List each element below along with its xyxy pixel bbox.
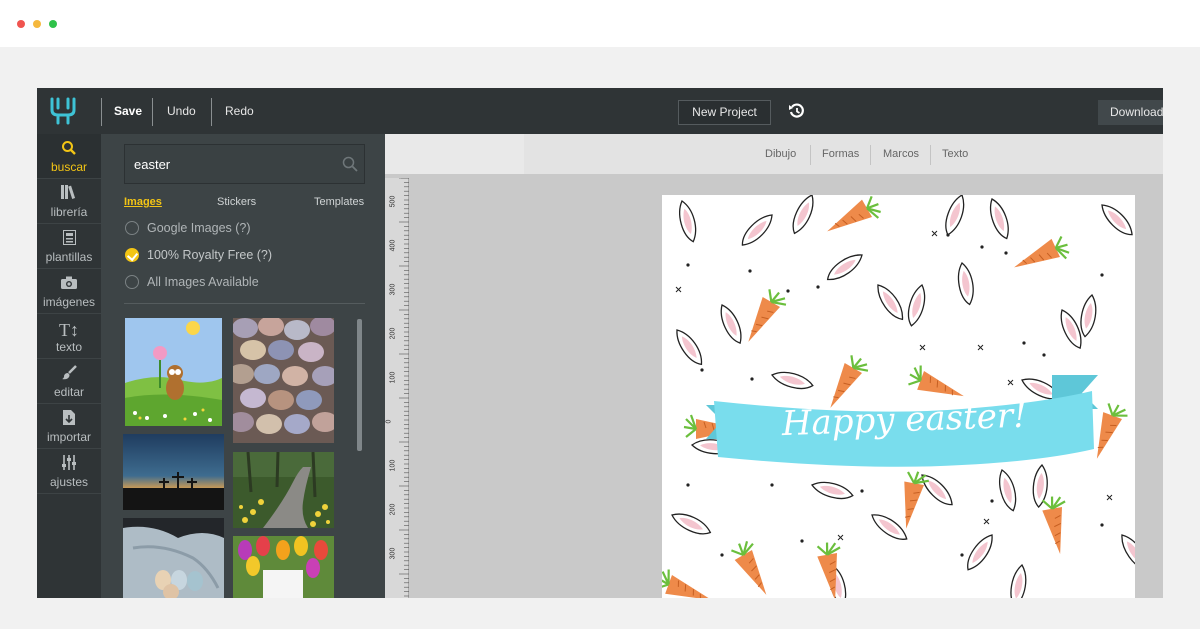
sidebar-item-label: imágenes (42, 295, 96, 309)
radio-button[interactable] (125, 275, 139, 289)
easter-card-artwork (662, 195, 1135, 598)
toolbar-divider (101, 98, 102, 126)
banner-text[interactable]: Happy easter! (781, 396, 1027, 454)
radio-label: All Images Available (147, 275, 259, 289)
tab-images[interactable]: Images (124, 196, 162, 208)
radio-button[interactable] (125, 221, 139, 235)
ruler-ticks (399, 178, 409, 597)
library-icon (37, 185, 101, 205)
search-icon[interactable] (342, 156, 358, 172)
logo-icon (50, 97, 76, 125)
image-thumbnail-tulips[interactable] (233, 536, 334, 598)
camera-icon (37, 275, 101, 295)
tab-stickers[interactable]: Stickers (217, 196, 256, 208)
sidebar-item-label: importar (46, 430, 91, 444)
top-toolbar: Save Undo Redo New Project Download (37, 88, 1163, 134)
radio-button[interactable] (125, 248, 139, 262)
workspace-corner (385, 134, 524, 174)
sidebar-item-label: ajustes (49, 475, 89, 489)
sidebar-item-texto[interactable]: T↕ texto (37, 314, 101, 359)
search-panel: easter Images Stickers Templates Google … (101, 134, 385, 598)
history-icon[interactable] (788, 102, 806, 120)
sidebar-item-libreria[interactable]: librería (37, 179, 101, 224)
image-thumbnail-easter-bunny[interactable] (125, 318, 222, 426)
tab-marcos[interactable]: Marcos (883, 148, 919, 160)
sidebar-item-plantillas[interactable]: plantillas (37, 224, 101, 269)
image-thumbnail-flower-path[interactable] (233, 452, 334, 528)
tab-texto[interactable]: Texto (942, 148, 968, 160)
vertical-ruler: 500 400 300 200 100 0 100 200 300 (385, 178, 409, 598)
radio-label: 100% Royalty Free (?) (147, 248, 273, 262)
save-button[interactable]: Save (114, 104, 142, 118)
new-project-button[interactable]: New Project (678, 100, 771, 125)
search-input[interactable]: easter (134, 157, 170, 172)
sidebar-item-ajustes[interactable]: ajustes (37, 449, 101, 494)
tool-tab-divider (870, 145, 871, 165)
tool-tab-divider (930, 145, 931, 165)
sidebar-item-buscar[interactable]: buscar (37, 134, 101, 179)
search-icon (37, 140, 101, 160)
import-icon (37, 410, 101, 430)
sidebar-item-imagenes[interactable]: imágenes (37, 269, 101, 314)
sidebar-item-editar[interactable]: editar (37, 359, 101, 404)
browser-chrome (0, 0, 1200, 47)
sidebar-item-label: buscar (50, 160, 88, 174)
brush-icon (37, 365, 101, 385)
download-button[interactable]: Download (1098, 100, 1163, 125)
tab-formas[interactable]: Formas (822, 148, 859, 160)
search-field[interactable]: easter (124, 144, 365, 184)
tab-dibujo[interactable]: Dibujo (765, 148, 796, 160)
window-minimize-dot[interactable] (33, 20, 41, 28)
text-icon: T↕ (59, 320, 79, 340)
tab-templates[interactable]: Templates (314, 196, 364, 208)
sidebar-item-importar[interactable]: importar (37, 404, 101, 449)
sidebar-item-label: plantillas (45, 250, 93, 264)
browser-window: Save Undo Redo New Project Download busc… (0, 0, 1200, 629)
undo-button[interactable]: Undo (167, 104, 196, 118)
panel-divider (124, 303, 365, 304)
sidebar-nav: buscar librería plantillas imágenes T↕ t… (37, 134, 101, 598)
image-thumbnail-crosses-sunset[interactable] (123, 434, 224, 510)
sliders-icon (37, 455, 101, 475)
editor-app: Save Undo Redo New Project Download busc… (37, 88, 1163, 598)
toolbar-divider (152, 98, 153, 126)
tool-tab-divider (810, 145, 811, 165)
image-thumbnail-easter-eggs[interactable] (233, 318, 334, 443)
design-canvas[interactable]: Happy easter! (662, 195, 1135, 598)
redo-button[interactable]: Redo (225, 104, 254, 118)
sidebar-item-label: editar (53, 385, 85, 399)
sidebar-item-label: librería (50, 205, 88, 219)
image-thumbnail-eggs-basket[interactable] (123, 518, 224, 598)
radio-label: Google Images (?) (147, 221, 251, 235)
window-close-dot[interactable] (17, 20, 25, 28)
template-icon (37, 230, 101, 250)
toolbar-divider (211, 98, 212, 126)
panel-scrollbar[interactable] (357, 319, 362, 451)
sidebar-item-label: texto (55, 340, 82, 354)
window-maximize-dot[interactable] (49, 20, 57, 28)
